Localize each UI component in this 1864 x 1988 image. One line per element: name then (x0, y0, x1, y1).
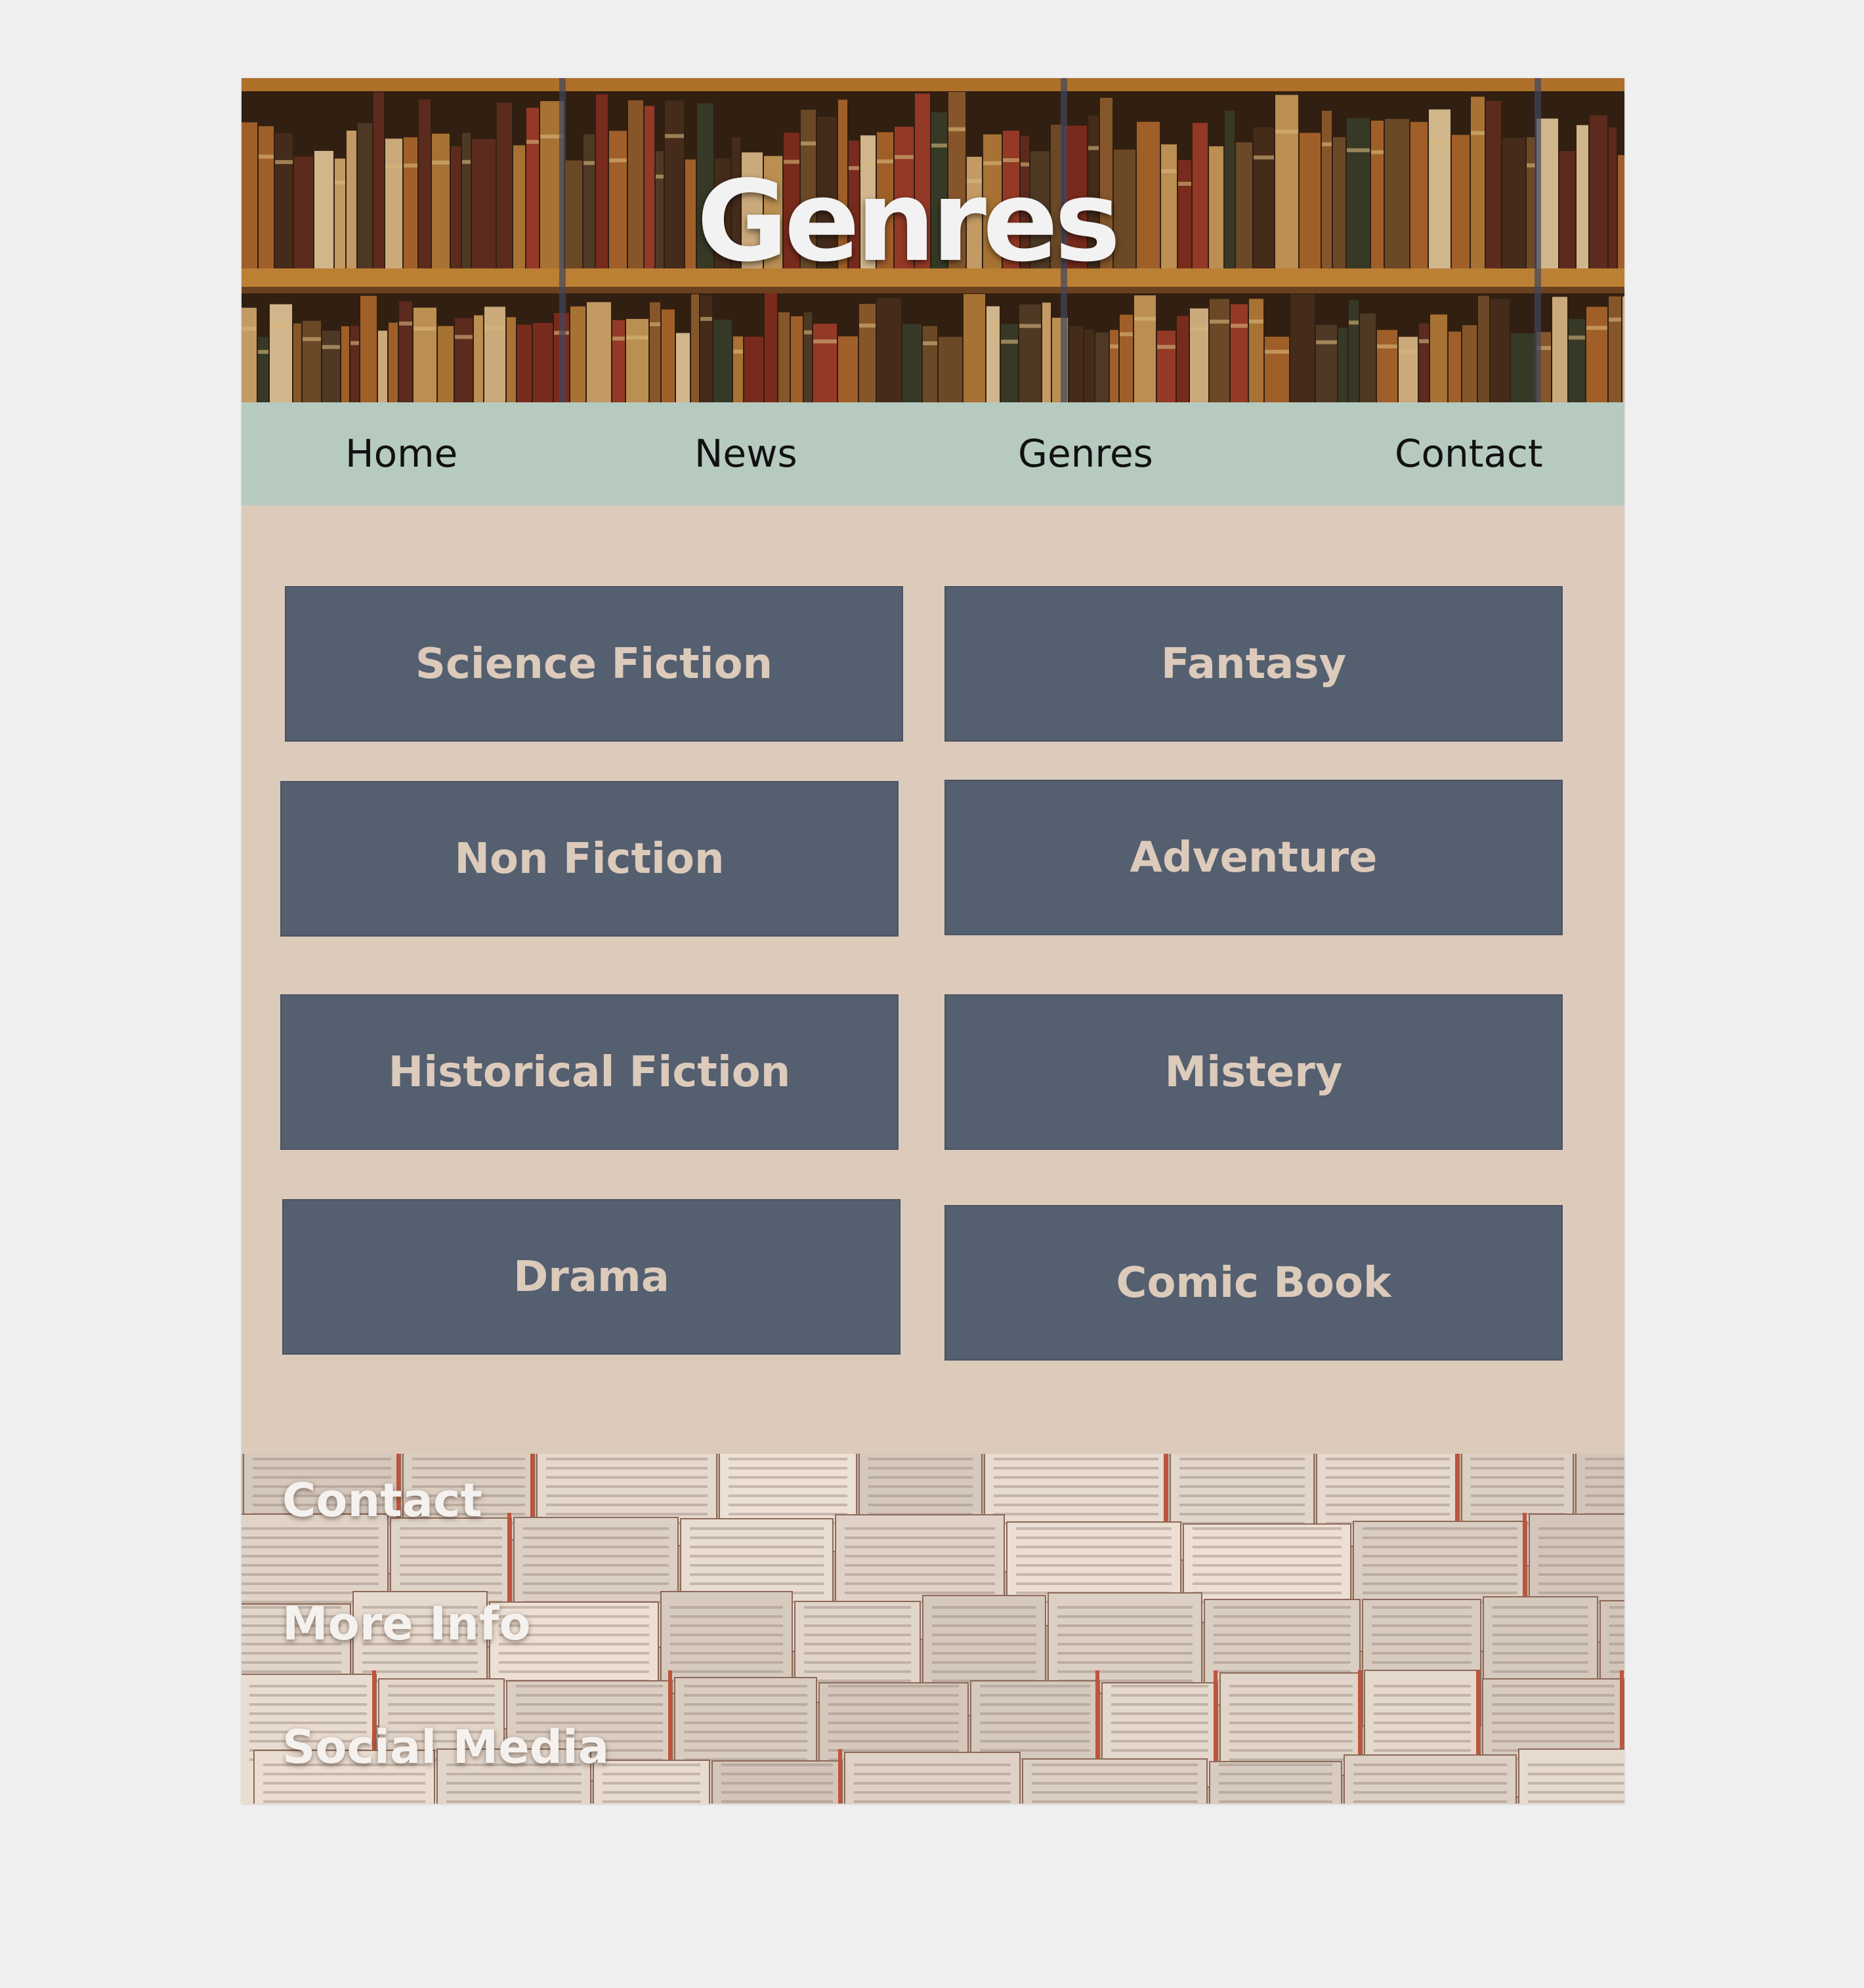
genre-tile-mistery[interactable]: Mistery (944, 994, 1563, 1150)
header-banner: Genres (242, 78, 1624, 402)
genre-tile-science-fiction[interactable]: Science Fiction (285, 586, 903, 742)
nav-link-news[interactable]: News (694, 402, 797, 505)
nav-link-contact[interactable]: Contact (1395, 402, 1543, 505)
genre-tile-comic-book[interactable]: Comic Book (944, 1205, 1563, 1361)
footer-link-social-media[interactable]: Social Media (282, 1720, 609, 1774)
nav-link-genres[interactable]: Genres (1018, 402, 1153, 505)
genre-tile-adventure[interactable]: Adventure (944, 780, 1563, 935)
footer-link-more-info[interactable]: More Info (282, 1597, 531, 1651)
genre-tile-historical-fiction[interactable]: Historical Fiction (280, 994, 899, 1150)
genre-tile-non-fiction[interactable]: Non Fiction (280, 781, 899, 937)
page-title: Genres (696, 157, 1120, 287)
genre-tile-drama[interactable]: Drama (282, 1199, 900, 1355)
page-container: Genres Home News Genres Contact Science … (242, 78, 1624, 1804)
footer-link-contact[interactable]: Contact (282, 1473, 482, 1527)
main-navigation: Home News Genres Contact (242, 402, 1624, 505)
footer: Contact More Info Social Media (242, 1454, 1624, 1804)
genre-tile-fantasy[interactable]: Fantasy (944, 586, 1563, 742)
nav-link-home[interactable]: Home (345, 402, 457, 505)
